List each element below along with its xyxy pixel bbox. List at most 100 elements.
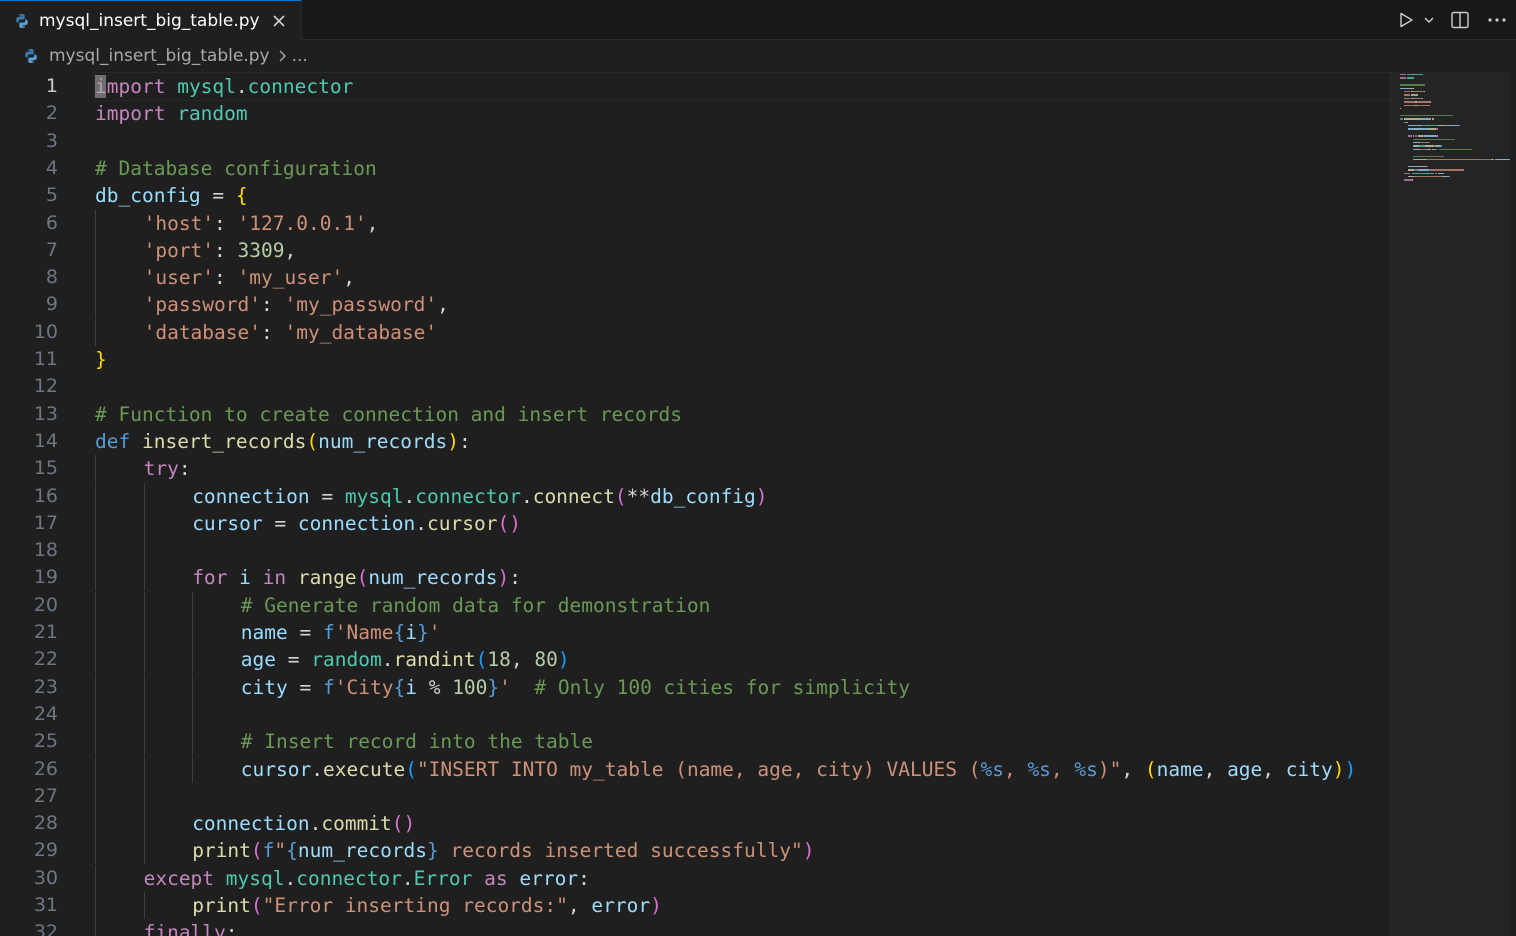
indent-guide [95,646,96,674]
code-token: : [178,457,191,481]
code-token: error [519,866,579,890]
code-token: ) [1332,757,1345,781]
code-text: import random [95,100,248,127]
split-editor-icon[interactable] [1442,0,1478,40]
code-token: : [214,266,238,290]
code-token: db_config [650,484,756,508]
code-line[interactable]: 21 name = f'Name{i}' [0,619,1390,646]
code-token: connect [532,484,615,508]
code-token: ) [1344,757,1357,781]
code-text: 'password': 'my_password', [144,291,449,318]
ellipsis-icon[interactable] [1478,0,1516,40]
code-text: age = random.randint(18, 80) [241,646,570,673]
line-number: 7 [45,238,58,261]
line-number: 3 [45,129,58,152]
indent-guide [95,919,96,936]
code-token: , [567,894,592,917]
line-number: 18 [33,539,58,562]
code-token: )" [1097,757,1122,781]
code-line[interactable]: 27 [0,782,1390,810]
code-text: city = f'City{i % 100}' # Only 100 citie… [241,674,910,701]
code-line[interactable]: 2 import random [0,100,1390,127]
code-editor[interactable]: 1 import mysql.connector 2 import random 3 4 #… [0,72,1390,936]
minimap-token [1417,169,1430,171]
chevron-down-icon[interactable] [1418,0,1440,40]
code-line[interactable]: 3 [0,128,1390,155]
code-line[interactable]: 22 age = random.randint(18, 80) [0,646,1390,674]
code-line[interactable]: 18 [0,537,1390,565]
code-line[interactable]: 5 db_config = { [0,182,1390,209]
code-line[interactable]: 9 'password': 'my_password', [0,291,1390,319]
code-token: Error [413,866,473,890]
code-token: . [309,812,322,836]
minimap-token [1400,114,1453,117]
code-line[interactable]: 24 [0,700,1390,728]
code-line[interactable]: 12 [0,373,1390,400]
breadcrumb-file[interactable]: mysql_insert_big_table.py [49,46,270,66]
code-line[interactable]: 4 # Database configuration [0,155,1390,182]
minimap-token [1429,142,1431,144]
code-line[interactable]: 31 print("Error inserting records:", erro… [0,892,1390,919]
code-token: random [177,102,248,126]
code-token: . [284,866,297,890]
minimap[interactable] [1390,72,1516,936]
indent-guide [95,537,96,565]
close-icon[interactable] [269,11,289,31]
code-line[interactable]: 32 finally: [0,919,1390,936]
code-line[interactable]: 1 import mysql.connector [0,72,1390,101]
code-line[interactable]: 13 # Function to create connection and in… [0,401,1390,428]
indent-guide [95,892,96,919]
code-token: in [262,566,287,590]
minimap-token [1400,87,1410,89]
code-token: error [591,894,651,917]
code-line[interactable]: 29 print(f"{num_records} records inserted… [0,837,1390,865]
indent-guide [143,837,145,865]
code-text: # Function to create connection and inse… [95,401,682,428]
play-icon[interactable] [1394,0,1418,40]
code-line[interactable]: 25 # Insert record into the table [0,728,1390,756]
code-line[interactable]: 19 for i in range(num_records): [0,564,1390,592]
code-line[interactable]: 15 try: [0,455,1390,483]
code-token: 100 [452,675,488,699]
code-token: cursor [240,757,312,781]
code-token: ( [405,757,417,781]
code-token: # Function to create connection and inse… [95,402,682,426]
indent-guide [192,700,194,728]
code-text: cursor.execute("INSERT INTO my_table (na… [241,756,1356,783]
line-number: 23 [33,675,58,698]
minimap-token [1404,101,1415,103]
vertical-scrollbar[interactable] [1510,72,1516,936]
code-line[interactable]: 6 'host': '127.0.0.1', [0,209,1390,237]
code-line[interactable]: 30 except mysql.connector.Error as error: [0,864,1390,892]
code-line[interactable]: 17 cursor = connection.cursor() [0,509,1390,537]
breadcrumb-symbols[interactable]: ... [292,46,308,66]
code-line[interactable]: 20 # Generate random data for demonstrati… [0,591,1390,619]
minimap-token [1411,179,1413,181]
code-line[interactable]: 7 'port': 3309, [0,236,1390,264]
code-line[interactable]: 11} [0,346,1390,373]
code-token: random [311,648,382,672]
code-line[interactable]: 8 'user': 'my_user', [0,264,1390,292]
editor-tab-active[interactable]: mysql_insert_big_table.py [0,0,302,40]
code-text: cursor = connection.cursor() [192,510,521,537]
code-token: , [284,238,297,262]
code-token: = [309,484,345,508]
code-token: ) [447,429,459,453]
minimap-token [1419,118,1432,120]
code-line[interactable]: 16 connection = mysql.connector.connect(*… [0,482,1390,510]
code-line[interactable]: 28 connection.commit() [0,810,1390,838]
minimap-token [1463,169,1465,171]
code-line[interactable]: 10 'database': 'my_database' [0,318,1390,346]
line-number: 21 [33,621,58,643]
code-token: connection [297,511,416,535]
editor-actions [1394,0,1516,40]
code-token: 'database' [143,320,261,344]
minimap-slider[interactable] [1391,72,1511,936]
code-line[interactable]: 26 cursor.execute("INSERT INTO my_table (… [0,755,1390,783]
code-line[interactable]: 23 city = f'City{i % 100}' # Only 100 cit… [0,673,1390,701]
indent-guide [95,482,96,510]
code-line[interactable]: 14 def insert_records(num_records): [0,428,1390,455]
